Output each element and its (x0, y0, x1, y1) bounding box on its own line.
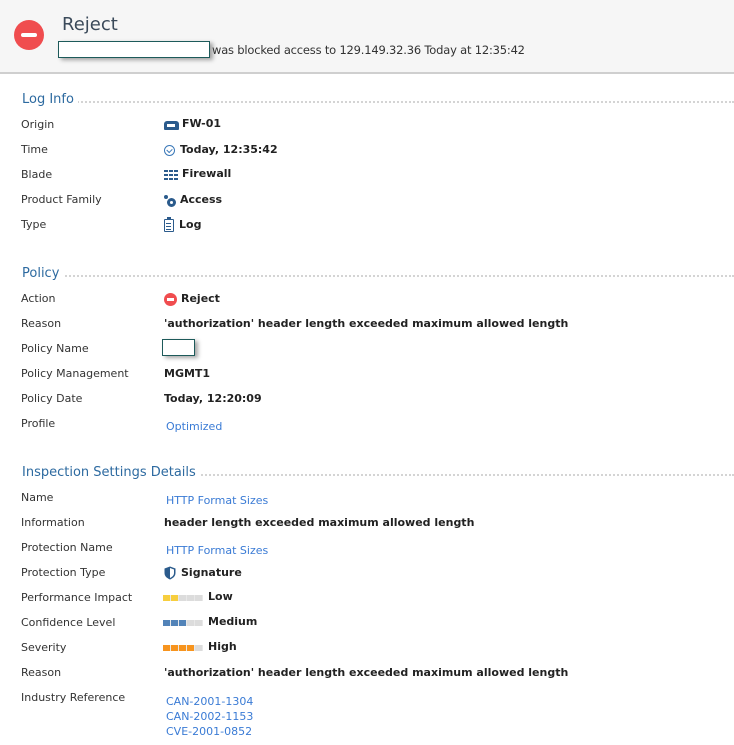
profile-link[interactable]: Optimized (166, 420, 222, 433)
log-header: Reject was blocked access to 129.149.32.… (0, 0, 734, 74)
meter-segment (163, 645, 171, 651)
redacted-policy-name (162, 339, 195, 356)
value-information: header length exceeded maximum allowed l… (164, 516, 475, 529)
label-information: Information (21, 516, 85, 529)
origin-text: FW-01 (182, 117, 222, 130)
label-reason: Reason (21, 317, 62, 330)
label-action: Action (21, 292, 56, 305)
label-policy-name: Policy Name (21, 342, 89, 355)
label-reason: Reason (21, 666, 62, 679)
label-severity: Severity (21, 641, 67, 654)
value-severity: High (163, 640, 237, 653)
label-blade: Blade (21, 168, 53, 181)
value-time: Today, 12:35:42 (164, 142, 278, 156)
meter-segment (163, 595, 171, 601)
industry-reference-link[interactable]: CAN-2002-1153 (166, 709, 253, 724)
confidence-level-meter (163, 620, 203, 626)
reject-icon (164, 293, 177, 306)
value-protection-type: Signature (164, 565, 242, 580)
type-text: Log (179, 218, 202, 231)
protection-type-text: Signature (181, 566, 242, 579)
log-summary: was blocked access to 129.149.32.36 Toda… (212, 43, 525, 57)
section-title-log-info: Log Info (22, 92, 78, 107)
label-protection-type: Protection Type (21, 566, 106, 579)
value-policy-date: Today, 12:20:09 (164, 392, 262, 405)
value-type: Log (164, 217, 201, 232)
meter-segment (187, 620, 195, 626)
label-industry-reference: Industry Reference (21, 691, 126, 704)
meter-segment (195, 645, 203, 651)
time-text: Today, 12:35:42 (180, 142, 278, 156)
meter-segment (171, 595, 179, 601)
meter-segment (195, 595, 203, 601)
label-type: Type (21, 218, 47, 231)
label-product-family: Product Family (21, 193, 102, 206)
performance-impact-meter (163, 595, 203, 601)
value-blade: Firewall (164, 167, 231, 180)
label-name: Name (21, 491, 54, 504)
meter-segment (179, 645, 187, 651)
severity-text: High (208, 640, 237, 653)
name-link[interactable]: HTTP Format Sizes (166, 494, 268, 507)
meter-segment (179, 620, 187, 626)
value-product-family: Access (164, 192, 222, 207)
meter-segment (171, 620, 179, 626)
label-time: Time (21, 143, 48, 156)
log-title: Reject (62, 14, 118, 35)
firewall-blade-icon (164, 170, 179, 180)
value-origin: FW-01 (164, 117, 221, 130)
industry-reference-list: CAN-2001-1304 CAN-2002-1153 CVE-2001-085… (166, 694, 253, 739)
redacted-user-field (58, 41, 210, 58)
confidence-level-text: Medium (208, 615, 258, 628)
industry-reference-link[interactable]: CAN-2001-1304 (166, 694, 253, 709)
value-reason: 'authorization' header length exceeded m… (164, 317, 569, 330)
section-title-inspection: Inspection Settings Details (22, 465, 200, 480)
meter-segment (179, 595, 187, 601)
value-policy-management: MGMT1 (164, 367, 211, 380)
log-icon (164, 217, 174, 232)
label-performance-impact: Performance Impact (21, 591, 133, 604)
label-policy-date: Policy Date (21, 392, 83, 405)
shield-icon (164, 566, 176, 580)
meter-segment (187, 645, 195, 651)
value-reason: 'authorization' header length exceeded m… (164, 666, 569, 679)
label-protection-name: Protection Name (21, 541, 113, 554)
reject-icon (14, 20, 44, 50)
label-profile: Profile (21, 417, 56, 430)
protection-name-link[interactable]: HTTP Format Sizes (166, 544, 268, 557)
industry-reference-link[interactable]: CVE-2001-0852 (166, 724, 253, 739)
severity-meter (163, 645, 203, 651)
meter-segment (187, 595, 195, 601)
access-icon (164, 195, 177, 207)
label-confidence-level: Confidence Level (21, 616, 116, 629)
label-policy-management: Policy Management (21, 367, 129, 380)
action-text: Reject (181, 292, 220, 305)
label-origin: Origin (21, 118, 55, 131)
value-performance-impact: Low (163, 590, 233, 603)
meter-segment (171, 645, 179, 651)
product-family-text: Access (180, 193, 223, 206)
meter-segment (195, 620, 203, 626)
value-confidence-level: Medium (163, 615, 257, 628)
meter-segment (163, 620, 171, 626)
section-title-policy: Policy (22, 266, 64, 281)
performance-impact-text: Low (208, 590, 233, 603)
gateway-device-icon (164, 121, 179, 130)
blade-text: Firewall (182, 167, 232, 180)
value-action: Reject (164, 291, 220, 306)
clock-icon (164, 145, 175, 156)
section-divider (22, 101, 734, 103)
section-divider (22, 275, 734, 277)
